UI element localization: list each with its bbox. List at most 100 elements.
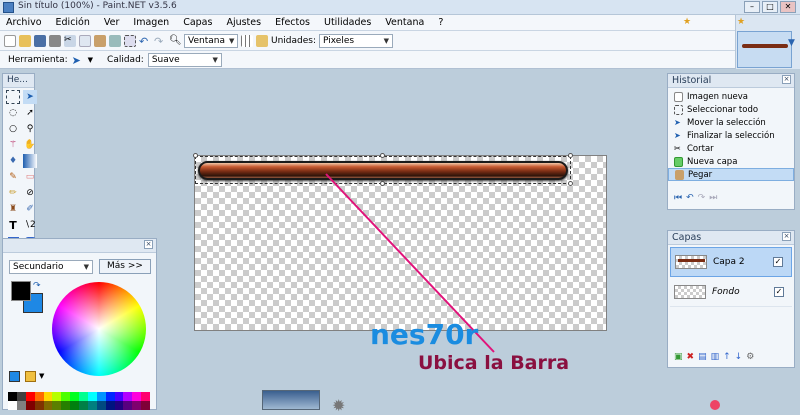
ruler-icon[interactable] [256, 34, 268, 47]
layer-properties-icon[interactable]: ⚙ [746, 352, 754, 362]
layers-title: Capas [672, 232, 702, 243]
close-icon[interactable]: × [782, 232, 791, 241]
layer-row[interactable]: Fondo ✓ [670, 277, 792, 307]
image-tab-thumbnail[interactable] [737, 31, 792, 68]
menu-ventana[interactable]: Ventana [385, 17, 424, 28]
selection-handle[interactable] [380, 181, 385, 186]
new-layer-icon [674, 156, 683, 167]
pencil-icon[interactable]: ✏ [6, 186, 20, 200]
move-layer-up-icon[interactable]: ↑ [723, 352, 731, 362]
reset-colors-icon[interactable] [9, 371, 20, 382]
gradient-icon[interactable] [23, 154, 37, 168]
history-last-icon[interactable]: ⏭ [709, 193, 717, 203]
save-icon[interactable] [34, 34, 46, 47]
redo-icon[interactable]: ↷ [154, 35, 166, 48]
copy-icon[interactable] [79, 34, 91, 47]
history-item[interactable]: ✂ Cortar [668, 142, 794, 155]
history-redo-icon[interactable]: ↷ [698, 193, 706, 203]
history-item[interactable]: Imagen nueva [668, 90, 794, 103]
color-mode-value: Secundario [13, 262, 64, 272]
menu-ajustes[interactable]: Ajustes [226, 17, 261, 28]
eraser-icon[interactable]: ▭ [23, 170, 37, 184]
history-item[interactable]: ➤ Finalizar la selección [668, 129, 794, 142]
zoom-tool-icon[interactable]: ⚲ [23, 122, 37, 136]
selection-handle[interactable] [380, 153, 385, 158]
layer-visibility-checkbox[interactable]: ✓ [773, 257, 783, 267]
history-panel-header: Historial × [668, 74, 794, 88]
add-layer-icon[interactable]: ▣ [674, 352, 683, 362]
magic-wand-icon[interactable]: ⚚ [6, 138, 20, 152]
lasso-icon[interactable]: ◌ [6, 106, 20, 120]
palette-dropdown-icon[interactable]: ▼ [39, 372, 44, 380]
rectangle-select-icon[interactable] [6, 90, 20, 104]
paste-icon[interactable] [94, 34, 106, 47]
select-all-icon [674, 104, 683, 115]
menu-edicion[interactable]: Edición [56, 17, 90, 28]
ellipse-select-icon[interactable]: ○ [6, 122, 20, 136]
history-undo-icon[interactable]: ↶ [686, 193, 694, 203]
merge-layer-icon[interactable]: ▥ [711, 352, 720, 362]
print-icon[interactable] [49, 34, 61, 47]
menu-ver[interactable]: Ver [104, 17, 120, 28]
pan-icon[interactable]: ✋ [23, 138, 37, 152]
more-colors-button[interactable]: Más >> [99, 259, 151, 274]
pasted-bar-image[interactable] [198, 161, 568, 180]
history-item[interactable]: Pegar [668, 168, 794, 181]
new-file-icon[interactable] [4, 34, 16, 47]
paint-bucket-icon[interactable]: ♦ [6, 154, 20, 168]
line-curve-icon[interactable]: ∖2 [23, 218, 37, 232]
layer-row[interactable]: Capa 2 ✓ [670, 247, 792, 277]
zoom-icon[interactable]: 🔍︎ [169, 35, 182, 47]
move-selected-icon[interactable]: ➚ [23, 106, 37, 120]
annotation-instruction: Ubica la Barra [418, 352, 570, 374]
move-layer-down-icon[interactable]: ↓ [735, 352, 743, 362]
menu-help[interactable]: ? [438, 17, 443, 28]
menu-utilidades[interactable]: Utilidades [324, 17, 371, 28]
crop-icon[interactable] [109, 34, 121, 47]
undo-icon[interactable]: ↶ [139, 35, 151, 48]
menu-archivo[interactable]: Archivo [6, 17, 42, 28]
minimize-button[interactable]: – [744, 1, 760, 13]
color-wheel[interactable] [52, 282, 146, 376]
layer-visibility-checkbox[interactable]: ✓ [774, 286, 784, 297]
primary-color-swatch[interactable] [11, 281, 31, 301]
menu-imagen[interactable]: Imagen [133, 17, 169, 28]
move-selection-icon[interactable]: ➤ [23, 90, 37, 104]
swap-colors-icon[interactable]: ↷ [33, 281, 41, 291]
history-first-icon[interactable]: ⏮ [674, 193, 682, 203]
color-palette[interactable] [8, 392, 150, 410]
selection-handle[interactable] [568, 181, 573, 186]
units-select[interactable]: Pixeles ▼ [319, 33, 393, 48]
close-icon[interactable]: × [782, 75, 791, 84]
palette-icon[interactable] [25, 371, 36, 382]
menu-efectos[interactable]: Efectos [275, 17, 310, 28]
deselect-icon[interactable] [124, 34, 136, 47]
color-picker-icon[interactable]: ⊘ [23, 186, 37, 200]
cut-icon[interactable]: ✂ [64, 34, 76, 47]
quality-select[interactable]: Suave ▼ [147, 52, 222, 67]
grid-icon[interactable] [241, 34, 253, 47]
text-icon[interactable]: T [6, 218, 20, 232]
zoom-select[interactable]: Ventana ▼ [184, 33, 238, 48]
paintbrush-icon[interactable]: ✎ [6, 170, 20, 184]
history-item[interactable]: Nueva capa [668, 155, 794, 168]
open-folder-icon[interactable] [19, 34, 31, 47]
close-button[interactable]: ✕ [780, 1, 796, 13]
move-selection-tool-icon[interactable]: ➤ [72, 54, 84, 67]
colors-panel-header: × [3, 239, 156, 253]
tool-dropdown-icon[interactable]: ▼ [88, 56, 93, 64]
taskbar-thumbnail[interactable] [262, 390, 320, 410]
close-icon[interactable]: × [144, 240, 153, 249]
color-mode-select[interactable]: Secundario ▼ [9, 260, 93, 274]
history-item[interactable]: Seleccionar todo [668, 103, 794, 116]
menu-capas[interactable]: Capas [183, 17, 212, 28]
duplicate-layer-icon[interactable]: ▤ [698, 352, 707, 362]
history-item[interactable]: ➤ Mover la selección [668, 116, 794, 129]
selection-handle[interactable] [568, 153, 573, 158]
recolor-icon[interactable]: ✐ [23, 202, 37, 216]
clone-stamp-icon[interactable]: ♜ [6, 202, 20, 216]
scroll-down-icon[interactable]: ▼ [788, 38, 795, 48]
maximize-button[interactable]: □ [762, 1, 778, 13]
selection-handle[interactable] [193, 153, 198, 158]
delete-layer-icon[interactable]: ✖ [687, 352, 695, 362]
